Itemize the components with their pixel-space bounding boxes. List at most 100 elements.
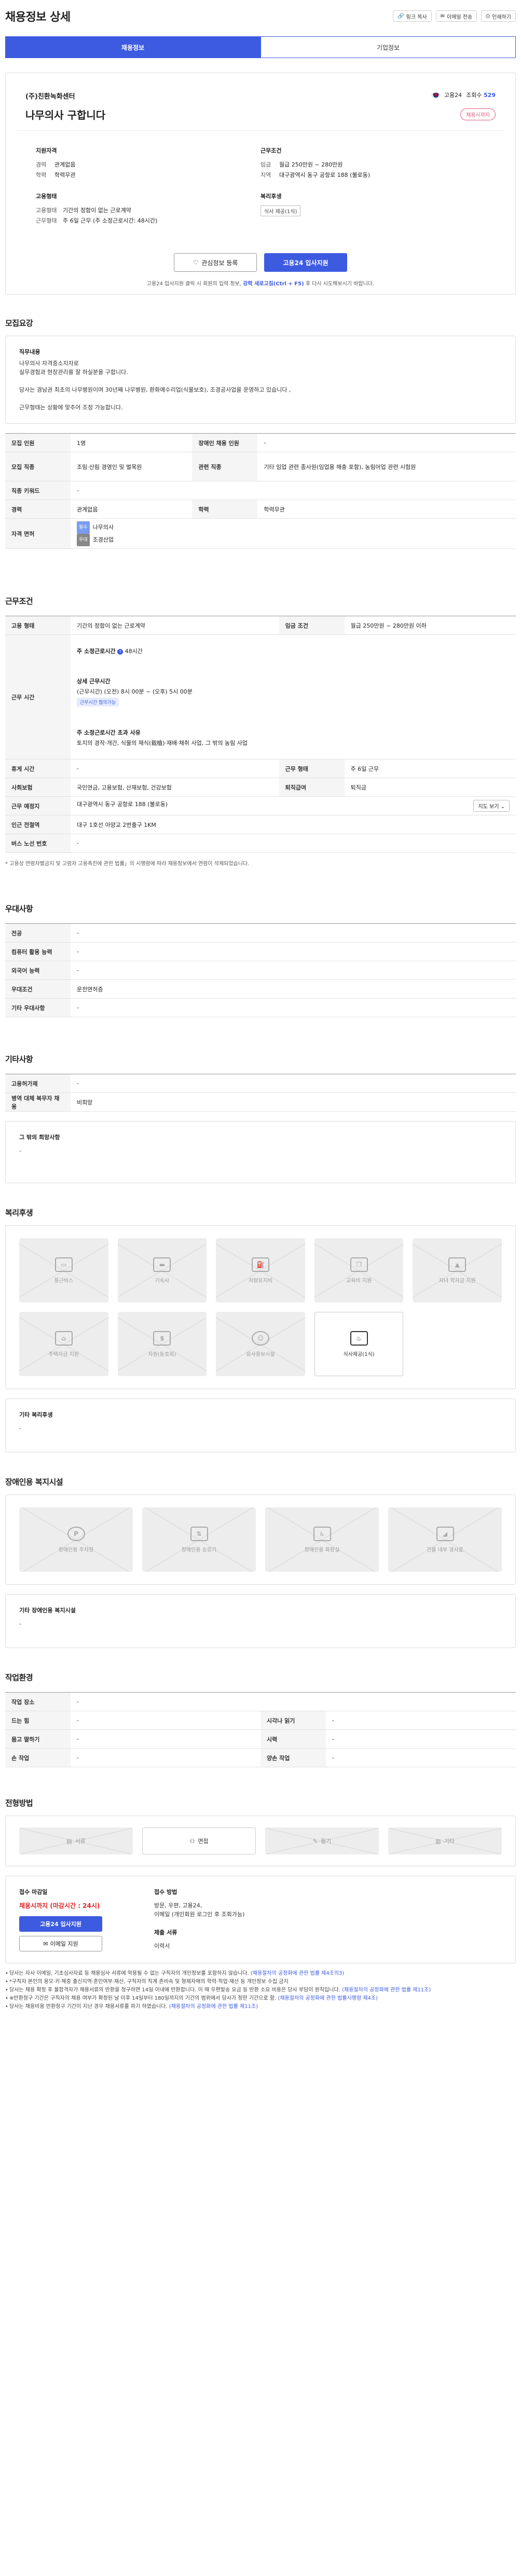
law-link[interactable]: (채용절차의 공정화에 관한 법률시행령 제4조) [278,1996,377,2001]
apply-notice: 고용24 입사지원 클릭 시 회원의 입력 정보, 강력 새로고침(Ctrl +… [6,279,515,287]
benefit-item: ⌂ 주택자금 지원 [19,1312,108,1376]
welfare-tag: 식사 제공(1식) [260,205,301,216]
table-value: 관계없음 [71,500,193,519]
law-link[interactable]: (채용절차의 공정화에 관한 법률 제4조의3) [251,1971,344,1976]
table-key: 장애인 채용 인원 [192,433,258,452]
list-item: 당사는 채용 확정 후 불합격자가 채용서류의 반환을 청구하면 14일 이내에… [5,1986,516,1995]
action-buttons: ♡ 관심정보 등록 고용24 입사지원 [6,253,515,272]
law-link[interactable]: (채용절차의 공정화에 관한 법률 제11조) [169,2004,258,2010]
facility-label: 건물 내부 경사로 [427,1547,463,1553]
table-key: 고용허가제 [5,1074,71,1093]
summary-value: 관계없음 [54,161,76,168]
summary-row: 지역 대구광역시 동구 공항로 188 (불로동) [260,170,485,181]
conditions-heading: 근무조건 [260,147,282,154]
print-button[interactable]: ⎙ 인쇄하기 [481,10,516,22]
section-title-benefits: 복리후생 [5,1208,33,1217]
law-link[interactable]: (채용절차의 공정화에 관한 법률 제11조) [342,1987,431,1993]
facility-item: ◢ 건물 내부 경사로 [388,1507,502,1572]
map-button-label: 지도 보기 [478,804,499,810]
benefit-label: 자원(동호회) [148,1351,176,1358]
deadline-box: 접수 마감일 채용시까지 (마감시간 : 24시) 고용24 입사지원 ✉ 이메일… [5,1876,516,1963]
selection-label: 기타 [444,1838,455,1845]
apply-button[interactable]: 고용24 입사지원 [264,253,347,272]
map-button[interactable]: 지도 보기 ⌄ [473,800,510,812]
section-title-etc: 기타사항 [5,1055,33,1064]
deadline-value: 채용시까지 (마감시간 : 24시) [19,1902,100,1909]
summary-key: 지역 [260,172,271,178]
table-key: 외국어 능력 [5,961,71,980]
table-key: 관련 직종 [192,452,258,481]
tab-company-info[interactable]: 기업정보 [260,36,516,58]
table-key: 학력 [192,500,258,519]
tool-buttons: 🔗 링크 복사 ✉ 이메일 전송 ⎙ 인쇄하기 [393,10,516,22]
print-icon: ⎙ [486,13,490,19]
table-row: 고용 형태 기간의 정함이 없는 근로계약 임금 조건 월급 250만원 ~ 280… [5,616,516,635]
government-logo-icon [431,92,440,98]
table-key: 전공 [5,923,71,943]
section-title-recruit: 모집요강 [5,318,33,328]
email-apply-button[interactable]: ✉ 이메일 지원 [19,1936,102,1951]
etc-table: 고용허가제 - 병역 대체 복무자 채용 비희망 [5,1074,516,1112]
views: 조회수 529 [466,91,496,99]
deadline-badge: 채용시까지 [460,108,496,120]
benefit-label: 통근버스 [54,1278,74,1284]
interest-button[interactable]: ♡ 관심정보 등록 [174,253,257,272]
summary-value: 대구광역시 동구 공항로 188 (불로동) [279,172,371,178]
table-value: - [257,433,516,452]
list-item: ※반환청구 기간은 구직자의 채용 여부가 확정된 날 이후 14일부터 180… [5,1995,516,2003]
mail-icon: ✉ [440,13,445,19]
table-value: - [71,481,516,500]
table-key: 임금 조건 [279,616,345,635]
table-key: 직종 키워드 [5,481,71,500]
deadline-heading: 접수 마감일 [19,1889,48,1895]
table-value: 조림·산림 경영인 및 벌목원 [71,452,193,481]
table-key: 고용 형태 [5,616,71,635]
job-title: 나무의사 구합니다 [25,109,106,121]
duty-heading: 직무내용 [19,349,40,355]
info-icon[interactable]: ? [117,649,124,655]
table-row: 경력 관계없음 학력 학력무관 [5,500,516,519]
list-item: *구직자 본인의 용모·키·체중 출신지역·혼인여부·재산, 구직자의 직계 존… [5,1978,516,1986]
other-facility-box: 기타 장애인용 복지시설 - [5,1594,516,1648]
summary-key: 고용형태 [36,207,57,214]
recruit-table: 모집 인원 1명 장애인 채용 인원 - 모집 직종 조림·산림 경영인 및 벌목원 … [5,433,516,549]
section-title-pref: 우대사항 [5,904,33,913]
deadline-left: 접수 마감일 채용시까지 (마감시간 : 24시) 고용24 입사지원 ✉ 이메일… [19,1888,154,1951]
bed-icon: ▬ [153,1257,171,1272]
benefit-label: 기숙사 [155,1278,170,1284]
benefit-item: ▭ 통근버스 [19,1238,108,1303]
source-label: 고용24 [444,92,462,99]
weekly-hours-value: 48시간 [125,648,143,655]
benefit-label: 차량유지비 [248,1278,272,1284]
license-item: 우대 조경산업 [77,533,510,546]
apply-button-bottom[interactable]: 고용24 입사지원 [19,1916,102,1932]
other-facility-heading: 기타 장애인용 복지시설 [19,1607,76,1614]
exceed-reason-label: 주 소정근로시간 초과 사유 [77,729,141,736]
table-value: - [71,961,516,980]
table-row: 근무 시간 주 소정근로시간 ? 48시간 상세 근무시간 (근무시간) (오전… [5,634,516,759]
email-send-button[interactable]: ✉ 이메일 전송 [435,10,477,22]
exceed-reason-value: 토지의 경작·개간, 식물의 재식(栽植)·재배·채취 사업, 그 밖의 농림 … [77,740,248,746]
selection-grid: ▤ 서류 ⚇ 면접 ✎ 필기 ▥ 기타 [19,1824,502,1858]
tab-job-info[interactable]: 채용정보 [5,36,260,58]
views-count: 529 [484,92,496,99]
job-header: (주)친환녹화센터 나무의사 구합니다 고용24 조회수 529 채용시까지 [6,73,515,130]
baby-icon: ☺ [251,1331,269,1346]
tool-label: 인쇄하기 [492,14,511,20]
benefit-label: 식사제공(1식) [343,1351,375,1358]
table-row: 버스 노선 번호 - [5,834,516,853]
facility-label: 장애인용 승강기 [181,1547,217,1553]
table-key: 기타 우대사항 [5,998,71,1017]
other-benefits-box: 기타 복리후생 - [5,1398,516,1452]
job-summary-card: (주)친환녹화센터 나무의사 구합니다 고용24 조회수 529 채용시까지 지… [5,73,516,295]
notice-text: 당사는 채용 확정 후 불합격자가 채용서류의 반환을 청구하면 14일 이내에… [9,1987,340,1993]
duty-line: 근무형태는 상황에 맞추어 조정 가능합니다. [19,404,123,411]
benefit-label: 유사용보시설 [246,1351,275,1358]
link-copy-button[interactable]: 🔗 링크 복사 [393,10,432,22]
qualification-block: 지원자격 경력 관계없음 학력 학력무관 [36,146,260,181]
table-key: 근무 시간 [5,634,71,759]
summary-key: 근무형태 [36,217,57,224]
summary: 지원자격 경력 관계없음 학력 학력무관 고용형태 고용형태 기간의 정함이 없는 근… [16,130,505,238]
legal-notices: 당사는 자사 이메일, 기초심사자료 등 채용심사 서류에 악용될 수 없는 구… [5,1970,516,2011]
table-key: 컴퓨터 활용 능력 [5,942,71,961]
